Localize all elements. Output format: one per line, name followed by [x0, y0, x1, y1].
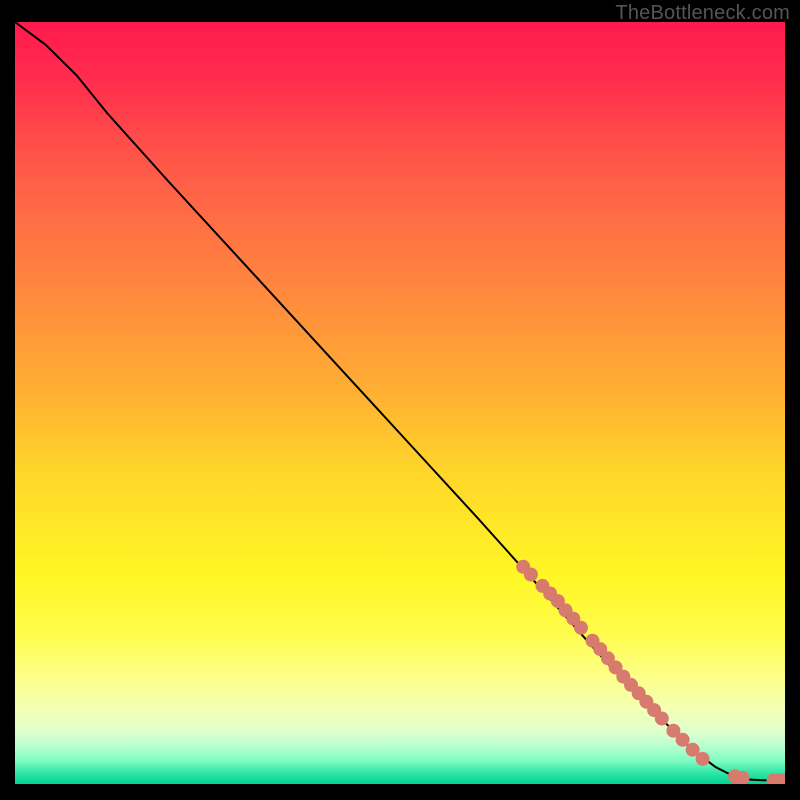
chart-data-point — [574, 621, 588, 635]
watermark-text: TheBottleneck.com — [615, 2, 790, 25]
chart-data-point — [524, 568, 538, 582]
chart-curve — [15, 22, 785, 780]
chart-data-point — [696, 752, 710, 766]
chart-overlay — [15, 22, 785, 784]
chart-area — [15, 22, 785, 784]
chart-data-point — [655, 712, 669, 726]
chart-scatter-group — [516, 560, 785, 784]
chart-data-point — [676, 733, 690, 747]
